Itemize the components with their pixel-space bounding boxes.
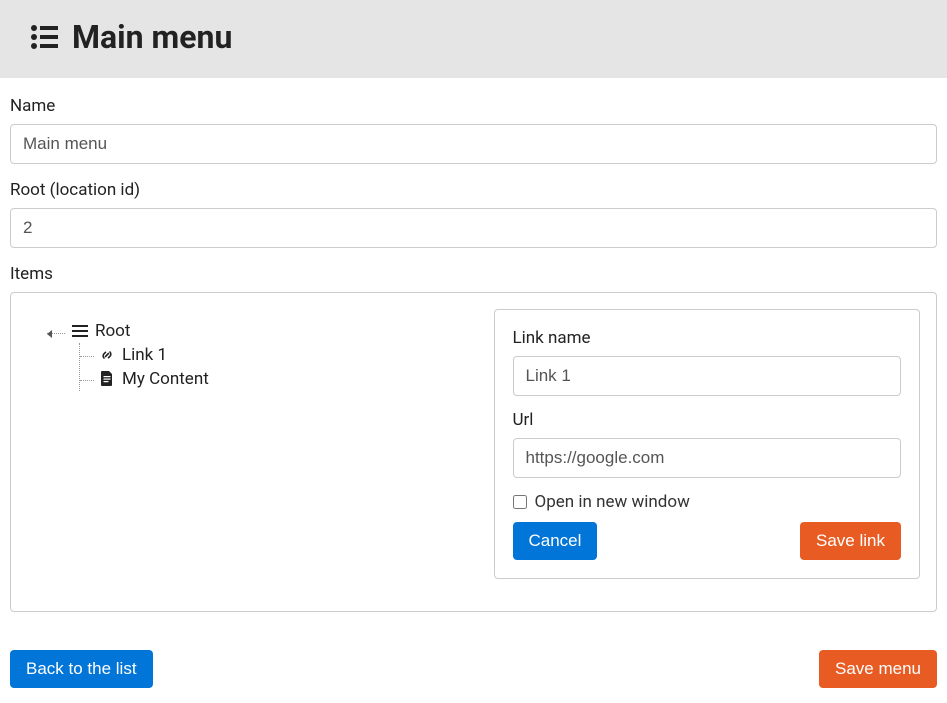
- tree-column: Root Link 1: [27, 309, 474, 595]
- editor-button-row: Cancel Save link: [513, 522, 902, 560]
- tree-child-row: Link 1: [80, 343, 474, 367]
- tree-node-link[interactable]: Link 1: [98, 343, 474, 367]
- tree-root-row: Root: [47, 319, 474, 343]
- root-input[interactable]: [10, 208, 937, 248]
- root-menu-icon: [71, 324, 89, 338]
- page-header: Main menu: [0, 0, 947, 78]
- link-name-input[interactable]: [513, 356, 902, 396]
- save-link-button[interactable]: Save link: [800, 522, 901, 560]
- tree-children: Link 1: [79, 343, 474, 391]
- page-title: Main menu: [72, 18, 232, 56]
- cancel-button[interactable]: Cancel: [513, 522, 598, 560]
- open-new-window-checkbox[interactable]: [513, 495, 527, 509]
- open-new-window-row: Open in new window: [513, 492, 902, 512]
- tree-connector: [47, 333, 65, 334]
- root-label: Root (location id): [10, 180, 937, 200]
- save-menu-button[interactable]: Save menu: [819, 650, 937, 688]
- url-input[interactable]: [513, 438, 902, 478]
- items-panel: Root Link 1: [10, 292, 937, 612]
- tree-node-content-label: My Content: [122, 369, 209, 389]
- items-label: Items: [10, 264, 937, 284]
- url-field-group: Url: [513, 410, 902, 478]
- name-field-group: Name: [10, 96, 937, 164]
- link-name-label: Link name: [513, 328, 902, 348]
- tree-node-root-label: Root: [95, 321, 130, 341]
- list-icon: [30, 23, 60, 51]
- tree-node-link-label: Link 1: [122, 345, 167, 365]
- editor-column: Link name Url Open in new window Cancel …: [494, 309, 921, 595]
- tree-node-root[interactable]: Root: [71, 319, 130, 343]
- link-editor-card: Link name Url Open in new window Cancel …: [494, 309, 921, 579]
- form-body: Name Root (location id) Items: [0, 78, 947, 640]
- name-input[interactable]: [10, 124, 937, 164]
- link-name-field-group: Link name: [513, 328, 902, 396]
- back-to-list-button[interactable]: Back to the list: [10, 650, 153, 688]
- open-new-window-label: Open in new window: [535, 492, 690, 512]
- tree-child-row: My Content: [80, 367, 474, 391]
- name-label: Name: [10, 96, 937, 116]
- root-field-group: Root (location id): [10, 180, 937, 248]
- items-field-group: Items Root: [10, 264, 937, 612]
- document-icon: [98, 371, 116, 387]
- link-icon: [98, 347, 116, 363]
- footer-actions: Back to the list Save menu: [0, 640, 947, 700]
- tree-node-content[interactable]: My Content: [98, 367, 474, 391]
- url-label: Url: [513, 410, 902, 430]
